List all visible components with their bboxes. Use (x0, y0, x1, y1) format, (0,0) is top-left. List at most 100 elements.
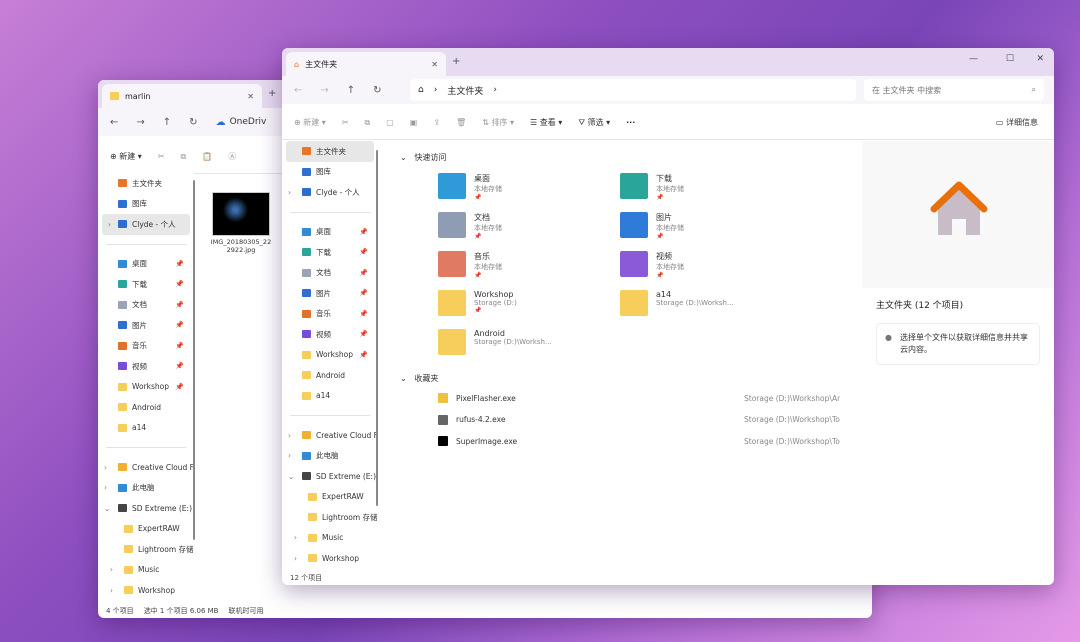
quick-access-item[interactable]: 视频 本地存储 📌 (620, 251, 800, 279)
sidebar-item[interactable]: › Clyde - 个人 (282, 182, 378, 203)
view-button[interactable]: ☰ 查看 ▾ (530, 117, 562, 128)
forward-button[interactable]: → (136, 117, 144, 128)
quick-access-item[interactable]: Workshop Storage (D:) 📌 (438, 290, 618, 316)
sidebar-item[interactable]: › Music (282, 528, 378, 549)
sidebar-item[interactable]: › 此电脑 (282, 446, 378, 467)
sidebar-item[interactable]: 下载 📌 (282, 242, 378, 263)
cut-button[interactable]: ✂ (158, 152, 165, 161)
details-pane-button[interactable]: ▭ 详细信息 (996, 117, 1038, 128)
sidebar-item[interactable]: Android (282, 365, 378, 386)
chevron-right-icon[interactable]: › (110, 565, 113, 574)
close-tab-icon[interactable]: ✕ (431, 60, 438, 69)
close-window-button[interactable]: ✕ (1036, 54, 1044, 64)
breadcrumb-home[interactable]: 主文件夹 (447, 84, 483, 97)
back-button[interactable]: ← (294, 85, 302, 96)
chevron-down-icon[interactable]: ⌄ (104, 504, 110, 513)
sidebar-item[interactable]: › Music (98, 560, 194, 581)
sidebar-item[interactable]: 文档 📌 (282, 263, 378, 284)
favorite-item[interactable]: PixelFlasher.exe Storage (D:)\Workshop\An… (438, 393, 840, 403)
sidebar-item[interactable]: Lightroom 存储 (98, 539, 194, 560)
sidebar-item[interactable]: ⌄ SD Extreme (E:) (282, 466, 378, 487)
favorite-item[interactable]: SuperImage.exe Storage (D:)\Workshop\To..… (438, 436, 840, 446)
paste-button[interactable]: ▢ (386, 118, 394, 127)
sidebar-item[interactable]: ExpertRAW (98, 519, 194, 540)
tab-marlin[interactable]: marlin ✕ (102, 84, 262, 108)
chevron-right-icon[interactable]: › (294, 554, 297, 563)
back-button[interactable]: ← (110, 117, 118, 128)
filter-button[interactable]: ⛛ 筛选 ▾ (578, 117, 610, 128)
sidebar-item[interactable]: 视频 📌 (282, 324, 378, 345)
front-explorer-window[interactable]: ⌂ 主文件夹 ✕ + — ☐ ✕ ← → ↑ ↻ ⌂ › 主文件夹 › 在 主文件夹 中搜索 ⌕ … (282, 48, 1054, 585)
chevron-right-icon[interactable]: › (288, 451, 291, 460)
chevron-right-icon[interactable]: › (288, 431, 291, 440)
new-button[interactable]: ⊕ 新建 ▾ (294, 117, 326, 128)
sidebar-item[interactable]: a14 (282, 386, 378, 407)
breadcrumb[interactable]: ⌂ › 主文件夹 › (410, 79, 856, 101)
new-button[interactable]: ⊕ 新建 ▾ (110, 151, 142, 162)
sidebar-item[interactable]: 音乐 📌 (98, 336, 194, 357)
quick-access-item[interactable]: 音乐 本地存储 📌 (438, 251, 618, 279)
sidebar-item[interactable]: 桌面 📌 (98, 254, 194, 275)
sidebar-item[interactable]: 音乐 📌 (282, 304, 378, 325)
chevron-right-icon[interactable]: › (108, 220, 111, 229)
copy-button[interactable]: ⧉ (181, 152, 187, 162)
chevron-right-icon[interactable]: › (104, 483, 107, 492)
chevron-right-icon[interactable]: › (110, 586, 113, 595)
sidebar-item[interactable]: 图库 (98, 194, 194, 215)
sidebar-item[interactable]: › Workshop (98, 580, 194, 601)
chevron-down-icon[interactable]: ⌄ (288, 472, 294, 481)
sidebar-item[interactable]: 文档 📌 (98, 295, 194, 316)
sidebar-item[interactable]: 图片 📌 (98, 315, 194, 336)
quick-access-item[interactable]: Android Storage (D:)\Worksh... (438, 329, 618, 355)
chevron-right-icon[interactable]: › (288, 188, 291, 197)
sidebar-item[interactable]: Workshop 📌 (98, 377, 194, 398)
favorites-header[interactable]: ⌄ 收藏夹 (400, 373, 438, 384)
forward-button[interactable]: → (320, 85, 328, 96)
scrollbar[interactable] (376, 150, 378, 506)
sidebar-item[interactable]: 图片 📌 (282, 283, 378, 304)
quick-access-item[interactable]: 文档 本地存储 📌 (438, 212, 618, 240)
sidebar-item[interactable]: ⌄ SD Extreme (E:) (98, 498, 194, 519)
sidebar-item[interactable]: a14 (98, 418, 194, 439)
quick-access-header[interactable]: ⌄ 快速访问 (400, 152, 446, 163)
chevron-right-icon[interactable]: › (104, 463, 107, 472)
scrollbar[interactable] (193, 180, 195, 540)
more-button[interactable]: ··· (626, 118, 635, 127)
minimize-button[interactable]: — (969, 54, 978, 64)
search-box[interactable]: 在 主文件夹 中搜索 ⌕ (864, 79, 1044, 101)
sidebar-item[interactable]: 主文件夹 (286, 141, 374, 162)
sidebar-item[interactable]: 主文件夹 (98, 173, 194, 194)
delete-button[interactable]: 🗑 (456, 118, 466, 127)
quick-access-item[interactable]: a14 Storage (D:)\Worksh... (620, 290, 800, 316)
sidebar-item[interactable]: 下载 📌 (98, 274, 194, 295)
refresh-button[interactable]: ↻ (373, 85, 381, 96)
copy-button[interactable]: ⧉ (365, 118, 371, 128)
rename-button[interactable]: Ⓐ (228, 151, 236, 162)
close-tab-icon[interactable]: ✕ (247, 92, 254, 101)
quick-access-item[interactable]: 图片 本地存储 📌 (620, 212, 800, 240)
favorite-item[interactable]: rufus-4.2.exe Storage (D:)\Workshop\To... (438, 414, 840, 425)
up-button[interactable]: ↑ (163, 117, 171, 128)
sidebar-item[interactable]: 视频 📌 (98, 356, 194, 377)
quick-access-item[interactable]: 下载 本地存储 📌 (620, 173, 800, 201)
rename-button[interactable]: ▣ (410, 118, 418, 127)
sort-button[interactable]: ⇅ 排序 ▾ (482, 117, 514, 128)
sidebar-item[interactable]: › Clyde - 个人 (102, 214, 190, 235)
sidebar-item[interactable]: › 此电脑 (98, 478, 194, 499)
breadcrumb[interactable]: OneDriv (230, 117, 267, 127)
refresh-button[interactable]: ↻ (189, 117, 197, 128)
quick-access-item[interactable]: 桌面 本地存储 📌 (438, 173, 618, 201)
share-button[interactable]: ⇪ (433, 118, 440, 127)
paste-button[interactable]: 📋 (202, 152, 212, 161)
sidebar-item[interactable]: › Creative Cloud F (282, 425, 378, 446)
sidebar-item[interactable]: › Creative Cloud F (98, 457, 194, 478)
new-tab-button[interactable]: + (452, 56, 460, 67)
file-item[interactable]: IMG_20180305_222922.jpg (210, 192, 272, 254)
chevron-right-icon[interactable]: › (294, 533, 297, 542)
new-tab-button[interactable]: + (268, 88, 276, 99)
sidebar-item[interactable]: Lightroom 存储 (282, 507, 378, 528)
sidebar-item[interactable]: Android (98, 397, 194, 418)
tab-home[interactable]: ⌂ 主文件夹 ✕ (286, 52, 446, 76)
maximize-button[interactable]: ☐ (1006, 54, 1014, 64)
cut-button[interactable]: ✂ (342, 118, 349, 127)
